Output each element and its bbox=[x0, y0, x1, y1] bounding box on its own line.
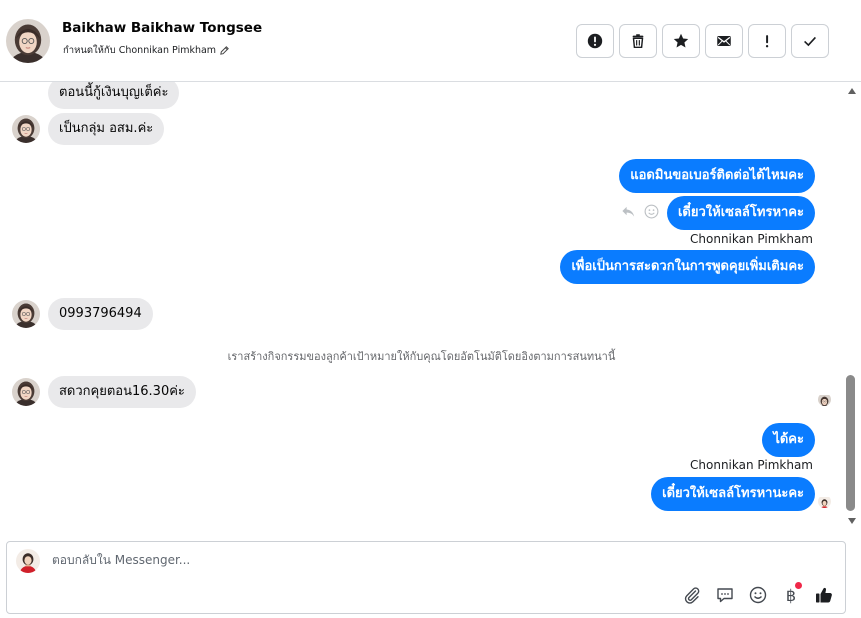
outgoing-message-bubble[interactable]: แอดมินขอเบอร์ติดต่อได้ไหมคะ bbox=[619, 159, 815, 193]
scroll-up-arrow-icon[interactable] bbox=[848, 88, 856, 94]
header-actions bbox=[576, 24, 829, 58]
mark-spam-button[interactable] bbox=[576, 24, 614, 58]
incoming-message-bubble[interactable]: ตอนนี้กู้เงินบุญเต็ค่ะ bbox=[48, 82, 180, 109]
baht-icon: ฿ bbox=[785, 585, 797, 605]
read-receipt-avatar bbox=[818, 393, 831, 406]
assigned-label: กำหนดให้กับ bbox=[63, 45, 116, 56]
system-activity-note: เราสร้างกิจกรรมของลูกค้าเป้าหมายให้กับคุ… bbox=[227, 350, 616, 363]
outgoing-message-bubble[interactable]: เดี๋ยวให้เซลล์โทรหาคะ bbox=[666, 196, 815, 230]
mark-unread-button[interactable] bbox=[705, 24, 743, 58]
mark-done-button[interactable] bbox=[791, 24, 829, 58]
contact-avatar-small[interactable] bbox=[12, 115, 40, 143]
thread-scrollbar[interactable] bbox=[843, 82, 861, 528]
follow-up-button[interactable] bbox=[748, 24, 786, 58]
incoming-message-bubble[interactable]: 0993796494 bbox=[48, 298, 153, 330]
exclamation-circle-icon bbox=[587, 33, 603, 49]
saved-reply-icon bbox=[717, 588, 733, 603]
paperclip-icon bbox=[684, 587, 700, 604]
composer-tools: ฿ bbox=[681, 582, 835, 606]
message-row-outgoing: เดี๋ยวให้เซลล์โทรหาคะ bbox=[621, 196, 815, 230]
payment-button[interactable]: ฿ bbox=[780, 582, 802, 606]
contact-avatar[interactable] bbox=[6, 19, 50, 63]
message-row-outgoing: แอดมินขอเบอร์ติดต่อได้ไหมคะ bbox=[619, 159, 815, 193]
message-thread[interactable]: ตอนนี้กู้เงินบุญเต็ค่ะ เป็นกลุ่ม อสม.ค่ะ… bbox=[0, 82, 843, 528]
message-row-outgoing: เดี๋ยวให้เซลล์โทรหานะคะ bbox=[651, 477, 815, 511]
incoming-message-bubble[interactable]: สดวกคุยตอน16.30ค่ะ bbox=[48, 376, 196, 408]
message-row-incoming: เป็นกลุ่ม อสม.ค่ะ bbox=[12, 113, 165, 145]
react-emoji-icon[interactable] bbox=[644, 204, 659, 223]
star-button[interactable] bbox=[662, 24, 700, 58]
check-icon bbox=[804, 36, 816, 47]
message-row-incoming: 0993796494 bbox=[12, 298, 153, 330]
pencil-icon[interactable] bbox=[219, 45, 230, 56]
contact-name[interactable]: Baikhaw Baikhaw Tongsee bbox=[62, 20, 262, 36]
sender-label: Chonnikan Pimkham bbox=[690, 232, 813, 246]
delete-button[interactable] bbox=[619, 24, 657, 58]
scrollbar-thumb[interactable] bbox=[846, 375, 855, 511]
exclamation-icon bbox=[765, 35, 769, 48]
outgoing-message-bubble[interactable]: เดี๋ยวให้เซลล์โทรหานะคะ bbox=[651, 477, 815, 511]
message-row-incoming: ตอนนี้กู้เงินบุญเต็ค่ะ bbox=[48, 82, 180, 109]
contact-avatar-small[interactable] bbox=[12, 300, 40, 328]
thumbs-up-icon bbox=[816, 587, 832, 603]
trash-icon bbox=[632, 34, 644, 49]
emoji-button[interactable] bbox=[747, 584, 769, 606]
conversation-header: Baikhaw Baikhaw Tongsee กำหนดให้กับ Chon… bbox=[0, 0, 861, 82]
outgoing-message-bubble[interactable]: ได้คะ bbox=[762, 423, 815, 457]
emoji-icon bbox=[749, 586, 767, 604]
agent-avatar bbox=[16, 549, 40, 573]
star-icon bbox=[673, 33, 689, 48]
message-row-incoming: สดวกคุยตอน16.30ค่ะ bbox=[12, 376, 196, 408]
reply-icon[interactable] bbox=[621, 204, 636, 223]
assignment-line: กำหนดให้กับ Chonnikan Pimkham bbox=[63, 43, 230, 58]
incoming-message-bubble[interactable]: เป็นกลุ่ม อสม.ค่ะ bbox=[48, 113, 165, 145]
scroll-down-arrow-icon[interactable] bbox=[848, 518, 856, 524]
like-button[interactable] bbox=[813, 584, 835, 606]
notification-dot bbox=[795, 582, 802, 589]
sender-label: Chonnikan Pimkham bbox=[690, 458, 813, 472]
saved-reply-button[interactable] bbox=[714, 584, 736, 606]
reply-input[interactable] bbox=[52, 553, 652, 567]
envelope-icon bbox=[717, 36, 731, 46]
attach-button[interactable] bbox=[681, 584, 703, 606]
seen-by-avatar bbox=[818, 495, 831, 508]
message-row-outgoing: ได้คะ bbox=[762, 423, 815, 457]
assignee-name[interactable]: Chonnikan Pimkham bbox=[119, 45, 216, 56]
message-row-outgoing: เพื่อเป็นการสะดวกในการพูดคุยเพิ่มเติมคะ bbox=[560, 250, 815, 284]
reply-composer: ฿ bbox=[6, 541, 846, 614]
outgoing-message-bubble[interactable]: เพื่อเป็นการสะดวกในการพูดคุยเพิ่มเติมคะ bbox=[560, 250, 815, 284]
contact-avatar-small[interactable] bbox=[12, 378, 40, 406]
